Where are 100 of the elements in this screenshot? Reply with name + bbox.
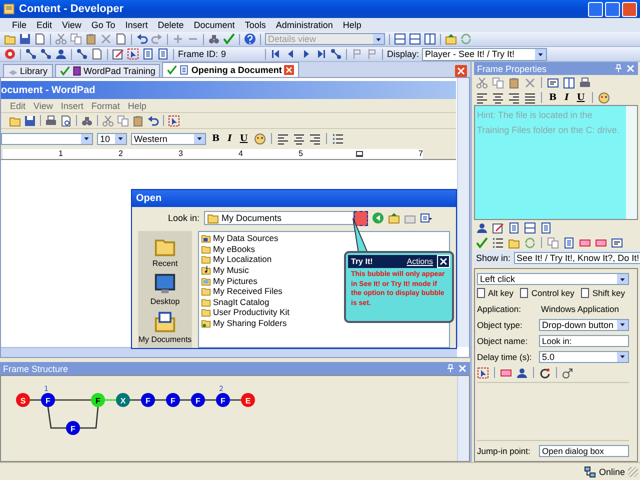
resize-grip[interactable] (628, 466, 638, 476)
align-left-icon[interactable] (476, 92, 488, 104)
document-icon[interactable] (540, 222, 552, 234)
action-dropdown[interactable]: Left click (477, 273, 629, 285)
field-dropdown[interactable]: Drop-down button (539, 318, 629, 330)
look-in-dropdown[interactable]: My Documents (204, 211, 354, 225)
node-chain-icon[interactable] (25, 48, 37, 60)
menu-item[interactable]: Format (91, 100, 120, 110)
maximize-button[interactable] (605, 2, 620, 16)
clipboard-icon[interactable] (85, 33, 97, 45)
format-button[interactable]: U (238, 134, 250, 144)
copy-icon[interactable] (117, 114, 129, 126)
folder-list-item[interactable]: My Pictures (201, 275, 258, 286)
folder-list-item[interactable]: User Productivity Kit (201, 307, 290, 318)
clipboard-icon[interactable] (132, 114, 144, 126)
menu-item[interactable]: Insert (60, 100, 84, 110)
document-icon[interactable] (142, 48, 154, 60)
format-button[interactable]: B (547, 92, 559, 102)
places-item[interactable]: Recent (152, 235, 178, 268)
document-tab[interactable]: Library (3, 64, 53, 77)
link-arrow-icon[interactable] (562, 366, 574, 378)
folder-list-item[interactable]: My Localization (201, 254, 272, 265)
folder-up-icon[interactable] (445, 33, 457, 45)
justify-icon[interactable] (524, 92, 536, 104)
align-center-icon[interactable] (292, 132, 305, 144)
binoculars-icon[interactable] (208, 33, 220, 45)
menu-item[interactable]: Edit (10, 100, 26, 110)
field-dropdown[interactable]: 5.0 (539, 350, 629, 362)
document-icon[interactable] (508, 222, 520, 234)
frame-node[interactable]: F (216, 393, 230, 407)
layout-icon[interactable] (394, 33, 406, 45)
folder-up-icon[interactable] (388, 212, 400, 224)
highlight-icon[interactable] (127, 48, 139, 60)
cycle-icon[interactable] (539, 366, 551, 378)
checkbox[interactable] (581, 288, 590, 298)
person-icon[interactable] (516, 366, 528, 378)
frame-node[interactable]: F (166, 393, 180, 407)
frame-node[interactable]: E (241, 393, 255, 407)
close-icon[interactable] (458, 364, 467, 373)
node-chain-icon[interactable] (330, 48, 342, 60)
menu-item[interactable]: Administration (276, 20, 333, 30)
format-button[interactable]: B (210, 134, 222, 144)
list-icon[interactable] (492, 236, 504, 248)
align-right-icon[interactable] (308, 132, 321, 144)
close-icon[interactable] (284, 65, 294, 75)
folder-list-item[interactable]: My Music (201, 264, 249, 276)
scissors-icon[interactable] (102, 114, 114, 126)
folder-list-item[interactable]: My eBooks (201, 244, 256, 254)
scissors-icon[interactable] (55, 33, 67, 45)
menu-item[interactable]: Document (194, 20, 235, 30)
edit-icon[interactable] (112, 48, 124, 60)
pin-icon[interactable] (446, 364, 455, 373)
frame-node[interactable]: F (41, 393, 55, 407)
binoculars-icon[interactable] (81, 114, 93, 126)
input-field[interactable]: Open dialog box (539, 444, 629, 456)
person-icon[interactable] (55, 48, 67, 60)
text-box-icon[interactable] (547, 76, 559, 88)
font-dropdown[interactable] (1, 132, 93, 144)
folder-list-item[interactable]: SnagIt Catalog (201, 296, 270, 308)
printer-icon[interactable] (45, 114, 57, 126)
layout-icon[interactable] (409, 33, 421, 45)
highlight-icon[interactable] (477, 366, 489, 378)
frame-box-icon[interactable] (500, 366, 512, 378)
preview-icon[interactable] (60, 114, 72, 126)
menu-item[interactable]: Insert (125, 20, 148, 30)
format-button[interactable]: U (574, 92, 587, 102)
document-icon[interactable] (157, 48, 169, 60)
checkbox[interactable] (477, 288, 485, 298)
edit-icon[interactable] (492, 222, 504, 234)
close-button[interactable] (437, 255, 450, 268)
node-chain-icon[interactable] (76, 48, 88, 60)
layout-icon[interactable] (524, 222, 536, 234)
frame-node[interactable]: S (16, 393, 30, 407)
frame-node[interactable]: X (116, 393, 130, 407)
align-center-icon[interactable] (492, 92, 504, 104)
printer-icon[interactable] (579, 76, 591, 88)
target-icon[interactable] (4, 48, 16, 60)
pin-icon[interactable] (614, 64, 623, 73)
skip-forward-icon[interactable] (315, 48, 328, 60)
folder-list-item[interactable]: My Data Sources (201, 233, 278, 244)
check-icon[interactable] (223, 33, 235, 45)
frame-node[interactable]: F (191, 393, 205, 407)
scrollbar[interactable] (457, 376, 469, 461)
help-icon[interactable] (244, 33, 256, 45)
actions-link[interactable]: Actions (406, 257, 433, 266)
scrollbar[interactable] (457, 78, 469, 347)
node-chain-icon[interactable] (40, 48, 52, 60)
menu-item[interactable]: View (62, 20, 82, 30)
frame-node[interactable]: F (91, 393, 105, 407)
menu-item[interactable]: Help (128, 100, 146, 110)
menu-item[interactable]: Tools (244, 20, 266, 30)
menu-item[interactable]: View (34, 100, 53, 110)
minimize-button[interactable] (588, 2, 603, 16)
input-field[interactable]: Look in: (539, 334, 629, 346)
undo-icon[interactable] (147, 114, 159, 126)
menu-item[interactable]: Delete (158, 20, 184, 30)
format-button[interactable]: I (226, 134, 234, 144)
menu-item[interactable]: Edit (36, 20, 52, 30)
close-icon[interactable] (626, 64, 635, 73)
menu-item[interactable]: Help (342, 20, 362, 30)
